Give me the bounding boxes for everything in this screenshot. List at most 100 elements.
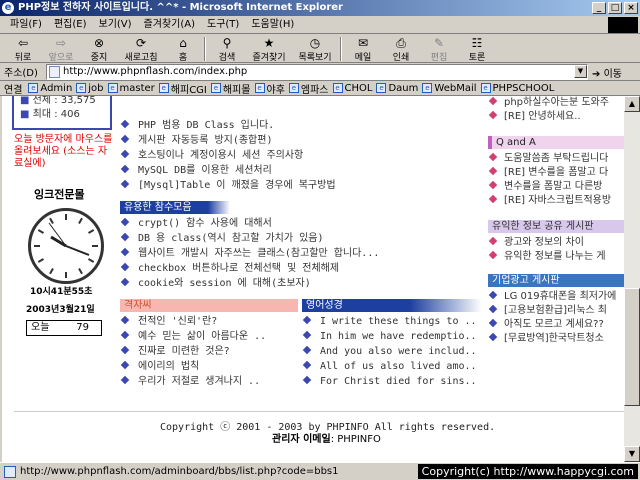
list-item[interactable]: LG 019휴대폰을 최저가에	[486, 290, 616, 304]
favorites-button[interactable]: ★ 즐겨찾기	[246, 35, 292, 63]
link-empas[interactable]: e 엠파스	[288, 81, 329, 95]
list-item[interactable]: 게시판 자동등록 방지(종합편)	[120, 133, 336, 148]
bullet-icon	[488, 250, 498, 260]
stop-button[interactable]: ⊗ 중지	[80, 35, 118, 63]
list-item[interactable]: In him we have redemptio..	[302, 329, 477, 344]
list-item[interactable]: PHP 범용 DB Class 입니다.	[120, 118, 336, 133]
section-daily-word[interactable]: 격자씨	[120, 299, 298, 312]
ink-mall-title[interactable]: 잉크전문몰	[34, 186, 85, 202]
links-bar: 연결 e Admin e job e master e 해피CGI e 해피몰 e 야후 e…	[0, 81, 640, 96]
link-webmail[interactable]: e WebMail	[422, 83, 477, 94]
list-item[interactable]: [RE] 자바스크립트적용방	[486, 194, 611, 208]
bullet-icon	[488, 152, 498, 162]
link-yahoo[interactable]: e 야후	[254, 81, 285, 95]
link-happymall[interactable]: e 해피몰	[210, 81, 251, 95]
link-admin[interactable]: e Admin	[28, 83, 72, 94]
list-item[interactable]: crypt() 함수 사용에 대해서	[120, 216, 379, 231]
list-item[interactable]: [RE] 안녕하세요..	[486, 110, 609, 124]
list-item[interactable]: 유익한 정보를 나누는 게	[486, 250, 606, 264]
list-item[interactable]: 도움말씀좀 부탁드립니다	[486, 152, 611, 166]
scroll-down-icon[interactable]: ▼	[624, 446, 640, 462]
list-item[interactable]: 웹사이트 개발시 자주쓰는 클래스(참고할만 합니다...	[120, 246, 379, 261]
list-item[interactable]: MySQL DB를 이용한 세션처리	[120, 163, 336, 178]
section-info-share[interactable]: 유익한 정보 공유 게시판	[488, 220, 624, 233]
bullet-icon	[120, 247, 130, 257]
list-item[interactable]: 진짜로 미련한 것은?	[120, 344, 266, 359]
go-button[interactable]: ➔ 이동	[592, 65, 622, 80]
menu-favorites[interactable]: 즐겨찾기(A)	[138, 17, 201, 33]
list-item[interactable]: checkbox 버튼하나로 전체선택 및 전체해제	[120, 261, 379, 276]
scroll-thumb[interactable]	[624, 288, 640, 406]
visitor-total: ■ 전체 : 33,575	[20, 96, 96, 106]
footer-divider	[14, 411, 624, 412]
bullet-icon	[302, 315, 312, 325]
list-item[interactable]: All of us also lived amo..	[302, 359, 477, 374]
menu-edit[interactable]: 편집(E)	[48, 17, 93, 33]
list-item[interactable]: 아직도 모르고 계세요??	[486, 318, 616, 332]
menu-tools[interactable]: 도구(T)	[201, 17, 245, 33]
link-icon: e	[376, 83, 387, 93]
section-useful-functions[interactable]: 유용한 참수모음	[120, 201, 230, 214]
list-item[interactable]: 변수를을 폼말고 다른방	[486, 180, 611, 194]
list-item[interactable]: 광고와 정보의 차이	[486, 236, 606, 250]
forward-button[interactable]: ⇨ 앞으로	[42, 35, 80, 63]
bullet-icon	[120, 315, 130, 325]
discuss-button[interactable]: ☷ 토론	[458, 35, 496, 63]
history-button[interactable]: ◷ 목록보기	[292, 35, 338, 63]
link-phpschool[interactable]: e PHPSCHOOL	[480, 83, 554, 94]
home-button[interactable]: ⌂ 홈	[164, 35, 202, 63]
section-company-ads[interactable]: 기업광고 게시판	[488, 274, 624, 287]
print-button[interactable]: ⎙ 인쇄	[382, 35, 420, 64]
list-item[interactable]: 우리가 저절로 생겨나지 ..	[120, 374, 266, 389]
list-item[interactable]: [RE] 변수를을 폼말고 다	[486, 166, 611, 180]
link-master[interactable]: e master	[107, 83, 155, 94]
link-daum[interactable]: e Daum	[376, 83, 418, 94]
menu-file[interactable]: 파일(F)	[4, 17, 48, 33]
page-icon	[49, 66, 60, 78]
list-item[interactable]: [고용보험환급]리눅스 최	[486, 304, 616, 318]
link-happycgi[interactable]: e 해피CGI	[158, 81, 207, 95]
minimize-button[interactable]: _	[592, 2, 606, 14]
address-dropdown-icon[interactable]: ▼	[574, 65, 587, 78]
list-item[interactable]: php하실수아는분 도와주	[486, 96, 609, 110]
top-article-list: PHP 범용 DB Class 입니다. 게시판 자동등록 방지(종합편) 호스…	[120, 118, 336, 193]
list-item[interactable]: cookie와 session 에 대해(초보자)	[120, 276, 379, 291]
list-item[interactable]: 에이리의 법칙	[120, 359, 266, 374]
list-item[interactable]: DB 용 class(역시 참고할 가치가 있음)	[120, 231, 379, 246]
menu-view[interactable]: 보기(V)	[93, 17, 138, 33]
list-item[interactable]: 호스팅이나 계정이용시 세션 주의사항	[120, 148, 336, 163]
list-item[interactable]: 예수 믿는 삶이 아름다운 ..	[120, 329, 266, 344]
visitor-hint: 오늘 방문자에 마우스를 올려보세요 (소스는 자료실에)	[14, 134, 113, 169]
list-item[interactable]: I write these things to ..	[302, 314, 477, 329]
list-item[interactable]: [Mysql]Table 이 깨졌을 경우에 복구방법	[120, 178, 336, 193]
search-button[interactable]: ⚲ 검색	[208, 35, 246, 63]
maximize-button[interactable]: □	[608, 2, 622, 14]
list-item[interactable]: And you also were includ..	[302, 344, 477, 359]
printer-icon: ⎙	[396, 35, 406, 50]
bullet-icon	[302, 330, 312, 340]
scroll-up-icon[interactable]: ▲	[624, 96, 640, 112]
close-button[interactable]: ×	[624, 2, 638, 14]
section-qna[interactable]: Q and A	[488, 136, 624, 149]
search-icon: ⚲	[222, 36, 232, 50]
bullet-icon	[488, 236, 498, 246]
qna-list: 도움말씀좀 부탁드립니다 [RE] 변수를을 폼말고 다 변수를을 폼말고 다른…	[486, 152, 611, 208]
address-input[interactable]: http://www.phpnflash.com/index.php	[46, 64, 588, 80]
favorites-icon: ★	[263, 36, 275, 50]
link-chol[interactable]: e CHOL	[332, 83, 372, 94]
list-item[interactable]: For Christ died for sins..	[302, 374, 477, 389]
vertical-scrollbar[interactable]: ▲ ▼	[624, 96, 640, 462]
toolbar: ⇦ 뒤로 ⇨ 앞으로 ⊗ 중지 ⟳ 새로고침 ⌂ 홈 ⚲ 검색 ★ 즐겨찾기 ◷ 목록보기 ✉ 메…	[0, 35, 640, 63]
back-button[interactable]: ⇦ 뒤로	[4, 35, 42, 63]
link-job[interactable]: e job	[76, 83, 104, 94]
mail-button[interactable]: ✉ 메일	[344, 35, 382, 63]
edit-button[interactable]: ✎ 편집	[420, 35, 458, 63]
list-item[interactable]: 전적인 '신뢰'란?	[120, 314, 266, 329]
page-content: ■ 전체 : 33,575 ■ 최대 : 406 오늘 방문자에 마우스를 올려…	[2, 96, 624, 462]
back-arrow-icon: ⇦	[17, 36, 29, 50]
list-item[interactable]: [무료방역]한국닥트청소	[486, 332, 616, 346]
section-english-bible[interactable]: 영어성경	[302, 299, 482, 312]
refresh-button[interactable]: ⟳ 새로고침	[118, 35, 164, 63]
link-icon: e	[288, 83, 299, 93]
menu-help[interactable]: 도움말(H)	[245, 17, 300, 33]
